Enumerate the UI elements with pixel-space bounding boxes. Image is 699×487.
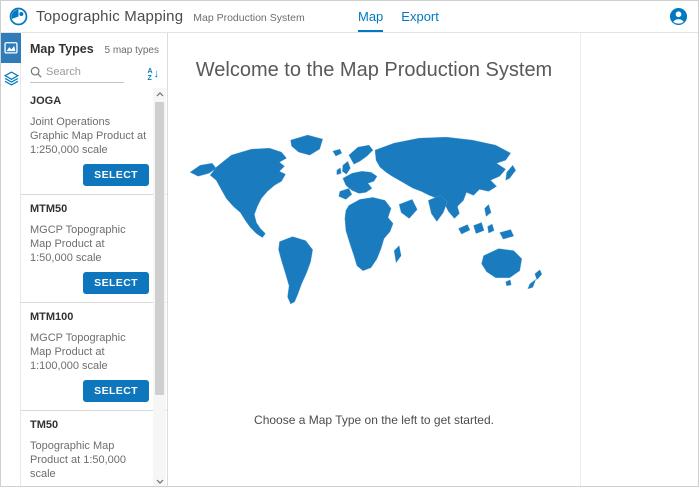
layers-panel-button[interactable] <box>1 63 21 93</box>
scroll-up-button[interactable] <box>153 88 166 100</box>
app-logo-icon <box>9 7 28 26</box>
tool-strip <box>1 33 21 487</box>
layers-icon <box>4 71 19 86</box>
map-panel-icon <box>4 41 18 55</box>
map-type-name: MTM50 <box>30 202 149 216</box>
app-title: Topographic Mapping <box>36 8 183 25</box>
search-icon <box>30 66 42 78</box>
top-tabs: Map Export <box>358 1 439 32</box>
user-avatar-icon[interactable] <box>669 7 688 26</box>
app-subtitle: Map Production System <box>193 9 304 24</box>
map-type-item-mtm50: MTM50 MGCP Topographic Map Product at 1:… <box>21 195 167 303</box>
welcome-panel: Welcome to the Map Production System <box>168 33 581 487</box>
instruction-text: Choose a Map Type on the left to get sta… <box>254 413 494 427</box>
map-type-description: MGCP Topographic Map Product at 1:100,00… <box>30 331 149 373</box>
sort-az-icon[interactable]: AZ ↓ <box>147 68 159 82</box>
panel-scrollbar[interactable] <box>153 88 166 487</box>
welcome-heading: Welcome to the Map Production System <box>196 59 552 82</box>
scrollbar-thumb[interactable] <box>155 102 164 395</box>
chevron-up-icon <box>156 92 164 97</box>
scrollbar-track[interactable] <box>153 100 166 475</box>
map-type-list: JOGA Joint Operations Graphic Map Produc… <box>21 87 167 487</box>
tab-map[interactable]: Map <box>358 1 383 32</box>
select-mtm50-button[interactable]: SELECT <box>83 272 149 294</box>
map-type-item-mtm100: MTM100 MGCP Topographic Map Product at 1… <box>21 303 167 411</box>
app-header: Topographic Mapping Map Production Syste… <box>1 1 698 33</box>
map-type-item-joga: JOGA Joint Operations Graphic Map Produc… <box>21 87 167 195</box>
world-map-image <box>183 124 565 315</box>
map-type-description: MGCP Topographic Map Product at 1:50,000… <box>30 223 149 265</box>
select-mtm100-button[interactable]: SELECT <box>83 380 149 402</box>
scroll-down-button[interactable] <box>153 475 166 487</box>
main-area: Welcome to the Map Production System <box>168 33 698 487</box>
panel-title: Map Types <box>30 42 94 56</box>
tab-export[interactable]: Export <box>401 1 439 32</box>
map-types-panel: Map Types 5 map types AZ ↓ <box>21 33 168 487</box>
map-type-description: Joint Operations Graphic Map Product at … <box>30 115 149 157</box>
map-type-description: Topographic Map Product at 1:50,000 scal… <box>30 439 149 481</box>
right-gutter <box>581 33 698 487</box>
search-input[interactable] <box>46 66 116 78</box>
chevron-down-icon <box>156 479 164 484</box>
map-type-name: TM50 <box>30 418 149 432</box>
map-type-item-tm50: TM50 Topographic Map Product at 1:50,000… <box>21 411 167 487</box>
map-types-panel-button[interactable] <box>1 33 21 63</box>
map-type-name: MTM100 <box>30 310 149 324</box>
select-joga-button[interactable]: SELECT <box>83 164 149 186</box>
map-type-name: JOGA <box>30 94 149 108</box>
map-type-count: 5 map types <box>105 45 159 56</box>
search-box <box>30 66 124 83</box>
app-window: Topographic Mapping Map Production Syste… <box>0 0 699 487</box>
